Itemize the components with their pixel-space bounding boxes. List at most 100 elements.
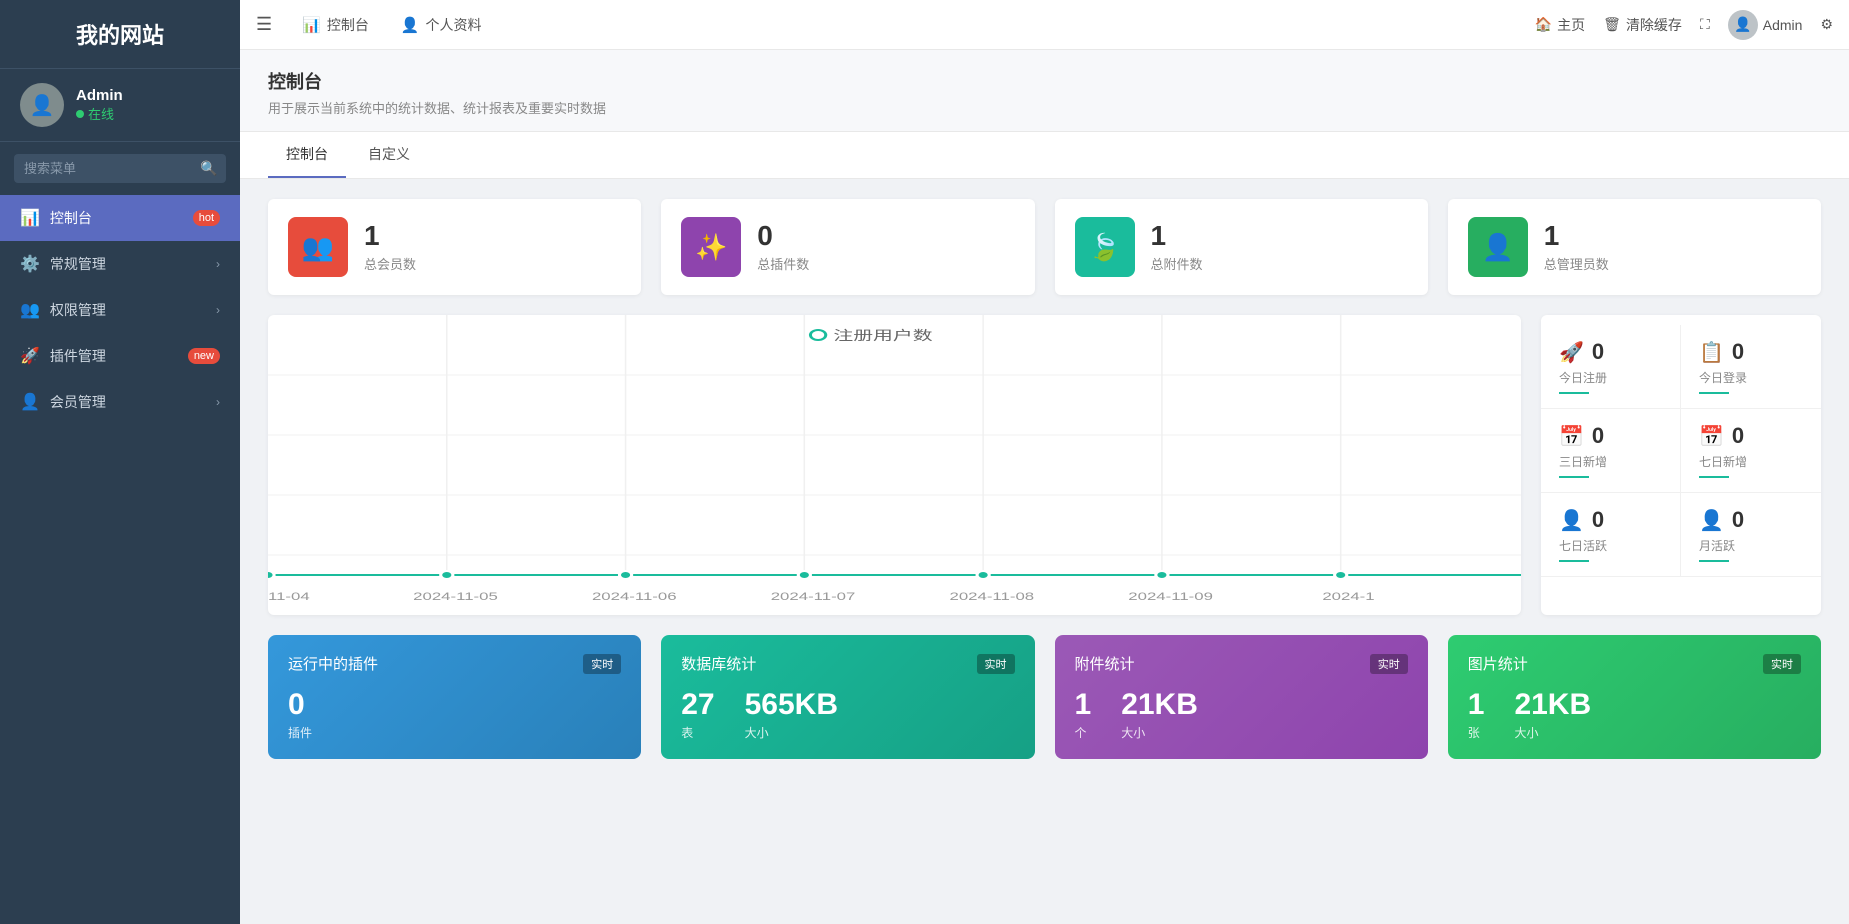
3day-label: 三日新增 [1559,453,1662,470]
stat-card-members: 👥 1 总会员数 [268,199,641,295]
clear-cache-label: 清除缓存 [1626,15,1682,35]
topbar-right: 🏠 主页 🗑 清除缓存 ⛶ 👤 Admin ⚙ [1535,10,1833,40]
bottom-card-images: 图片统计 实时 1 张 21KB 大小 [1448,635,1821,759]
card-plugins-title: 运行中的插件 [288,653,378,674]
attachments-count: 1 [1151,222,1203,250]
chevron-right-icon: › [216,257,220,271]
mini-stat-grid: 🚀 0 今日注册 📋 0 今日登录 [1541,325,1821,577]
topbar-nav: 📊 控制台 👤 个人资料 [288,9,1519,41]
plugins-icon: ✨ [681,217,741,277]
sidebar-item-label: 权限管理 [50,300,216,320]
sidebar-item-general[interactable]: ⚙️ 常规管理 › [0,241,240,287]
tab-dashboard[interactable]: 控制台 [268,132,346,178]
sidebar-item-dashboard[interactable]: 📊 控制台 hot [0,195,240,241]
card-db-badge: 实时 [977,654,1015,674]
7day-active-count: 0 [1592,507,1604,533]
today-register-count: 0 [1592,339,1604,365]
calendar-mini-icon: 📅 [1559,424,1584,449]
chevron-right-icon: › [216,395,220,409]
svg-text:2024-1: 2024-1 [1322,591,1374,603]
card-plugins-badge: 实时 [583,654,621,674]
divider [1699,392,1729,394]
bottom-card-db: 数据库统计 实时 27 表 565KB 大小 [661,635,1034,759]
menu-toggle-button[interactable]: ☰ [256,14,272,35]
card-db-sub1: 表 [681,724,714,741]
today-login-count: 0 [1732,339,1744,365]
page-header: 控制台 用于展示当前系统中的统计数据、统计报表及重要实时数据 [240,50,1849,132]
trash-icon: 🗑 [1603,16,1621,33]
main-content: ☰ 📊 控制台 👤 个人资料 🏠 主页 🗑 清除缓存 ⛶ [240,0,1849,924]
content-area: 控制台 用于展示当前系统中的统计数据、统计报表及重要实时数据 控制台 自定义 👥… [240,50,1849,924]
clear-cache-button[interactable]: 🗑 清除缓存 [1603,15,1682,35]
svg-text:2024-11-05: 2024-11-05 [413,591,498,603]
svg-text:2024-11-07: 2024-11-07 [771,591,856,603]
admin-user-button[interactable]: 👤 Admin [1728,10,1803,40]
admins-count: 1 [1544,222,1609,250]
page-title: 控制台 [268,68,1821,94]
user-info: Admin 在线 [76,87,123,123]
card-plugins-val: 0 [288,688,312,722]
card-images-val1: 1 [1468,688,1485,722]
topbar: ☰ 📊 控制台 👤 个人资料 🏠 主页 🗑 清除缓存 ⛶ [240,0,1849,50]
login-mini-icon: 📋 [1699,340,1724,365]
avatar: 👤 [20,83,64,127]
search-icon[interactable]: 🔍 [200,160,217,177]
page-tabs: 控制台 自定义 [240,132,1849,179]
status-dot [76,110,84,118]
divider [1559,392,1589,394]
stats-row: 👥 1 总会员数 ✨ 0 总插件数 🍃 1 总附件数 [240,179,1849,305]
tab-label: 控制台 [327,15,369,35]
dashboard-tab-icon: 📊 [302,16,321,34]
calendar2-mini-icon: 📅 [1699,424,1724,449]
mini-stat-7day-new: 📅 0 七日新增 [1681,409,1821,493]
home-button[interactable]: 🏠 主页 [1535,15,1585,35]
monthly-active-label: 月活跃 [1699,537,1803,554]
members-count: 1 [364,222,416,250]
card-plugins-sub: 插件 [288,724,312,741]
card-images-sub2: 大小 [1514,724,1591,741]
bottom-card-plugins: 运行中的插件 实时 0 插件 [268,635,641,759]
page-desc: 用于展示当前系统中的统计数据、统计报表及重要实时数据 [268,98,1821,117]
card-attach-val2: 21KB [1121,688,1198,722]
divider [1559,476,1589,478]
card-attach-sub2: 大小 [1121,724,1198,741]
fullscreen-button[interactable]: ⛶ [1700,16,1710,33]
divider [1699,560,1729,562]
topbar-tab-profile[interactable]: 👤 个人资料 [387,9,496,41]
sidebar-item-auth[interactable]: 👥 权限管理 › [0,287,240,333]
search-input[interactable] [24,161,200,176]
sidebar-item-member[interactable]: 👤 会员管理 › [0,379,240,425]
card-db-val1: 27 [681,688,714,722]
user-month-mini-icon: 👤 [1699,508,1724,533]
sidebar-item-plugin[interactable]: 🚀 插件管理 new [0,333,240,379]
7day-new-count: 0 [1732,423,1744,449]
fullscreen-icon: ⛶ [1700,16,1710,33]
members-label: 总会员数 [364,254,416,273]
attachments-label: 总附件数 [1151,254,1203,273]
sidebar: 我的网站 👤 Admin 在线 🔍 📊 控制台 hot ⚙️ 常规管理 › 👥 … [0,0,240,924]
svg-text:2024-11-08: 2024-11-08 [950,591,1035,603]
tab-custom[interactable]: 自定义 [350,132,428,178]
mini-stat-today-register: 🚀 0 今日注册 [1541,325,1681,409]
admin-avatar: 👤 [1728,10,1758,40]
svg-text:2024-11-06: 2024-11-06 [592,591,677,603]
attachments-icon: 🍃 [1075,217,1135,277]
nav-badge-hot: hot [193,210,220,226]
mini-stat-today-login: 📋 0 今日登录 [1681,325,1821,409]
today-register-label: 今日注册 [1559,369,1662,386]
topbar-tab-dashboard[interactable]: 📊 控制台 [288,9,383,41]
search-box[interactable]: 🔍 [14,154,226,183]
sidebar-item-label: 插件管理 [50,346,188,366]
chart-inner: 注册用户数 11-04 2024-11-05 2024-11-06 2024-1… [268,315,1521,615]
card-db-val2: 565KB [745,688,838,722]
user-profile: 👤 Admin 在线 [0,69,240,142]
home-label: 主页 [1557,15,1585,35]
profile-tab-icon: 👤 [401,16,420,34]
chart-svg: 注册用户数 11-04 2024-11-05 2024-11-06 2024-1… [268,315,1521,615]
settings-button[interactable]: ⚙ [1820,16,1833,33]
divider [1559,560,1589,562]
card-images-val2: 21KB [1514,688,1591,722]
plugins-count: 0 [757,222,809,250]
sidebar-nav: 📊 控制台 hot ⚙️ 常规管理 › 👥 权限管理 › 🚀 插件管理 new … [0,195,240,924]
home-icon: 🏠 [1535,16,1552,33]
